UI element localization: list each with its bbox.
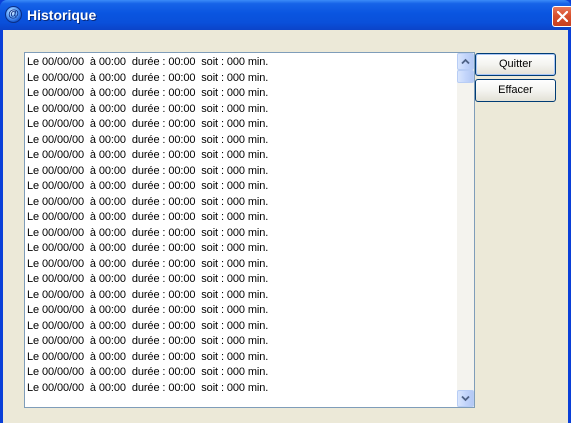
history-list[interactable]: Le 00/00/00 à 00:00 durée : 00:00 soit :… — [24, 52, 475, 408]
close-icon — [557, 11, 568, 22]
quit-button[interactable]: Quitter — [475, 53, 556, 76]
at-sign-icon: @ — [5, 6, 22, 23]
app-icon-glyph: @ — [8, 8, 19, 20]
list-item[interactable]: Le 00/00/00 à 00:00 durée : 00:00 soit :… — [27, 55, 452, 71]
title-bar[interactable]: @ Historique — [0, 0, 571, 30]
list-item[interactable]: Le 00/00/00 à 00:00 durée : 00:00 soit :… — [27, 381, 452, 397]
list-item[interactable]: Le 00/00/00 à 00:00 durée : 00:00 soit :… — [27, 226, 452, 242]
list-item[interactable]: Le 00/00/00 à 00:00 durée : 00:00 soit :… — [27, 148, 452, 164]
close-button[interactable] — [552, 6, 571, 27]
window-title: Historique — [27, 7, 97, 23]
chevron-down-icon — [461, 395, 470, 402]
scroll-down-button[interactable] — [457, 390, 474, 407]
list-item[interactable]: Le 00/00/00 à 00:00 durée : 00:00 soit :… — [27, 272, 452, 288]
scroll-thumb[interactable] — [457, 70, 474, 83]
chevron-up-icon — [461, 58, 470, 65]
scroll-up-button[interactable] — [457, 53, 474, 70]
list-item[interactable]: Le 00/00/00 à 00:00 durée : 00:00 soit :… — [27, 86, 452, 102]
history-window: @ Historique Le 00/00/00 à 00:00 durée :… — [0, 0, 571, 423]
dialog-body: Le 00/00/00 à 00:00 durée : 00:00 soit :… — [3, 30, 568, 423]
list-item[interactable]: Le 00/00/00 à 00:00 durée : 00:00 soit :… — [27, 179, 452, 195]
list-item[interactable]: Le 00/00/00 à 00:00 durée : 00:00 soit :… — [27, 133, 452, 149]
list-item[interactable]: Le 00/00/00 à 00:00 durée : 00:00 soit :… — [27, 334, 452, 350]
list-item[interactable]: Le 00/00/00 à 00:00 durée : 00:00 soit :… — [27, 288, 452, 304]
list-item[interactable]: Le 00/00/00 à 00:00 durée : 00:00 soit :… — [27, 303, 452, 319]
clear-button[interactable]: Effacer — [475, 79, 556, 102]
vertical-scrollbar[interactable] — [457, 53, 474, 407]
list-item[interactable]: Le 00/00/00 à 00:00 durée : 00:00 soit :… — [27, 164, 452, 180]
list-item[interactable]: Le 00/00/00 à 00:00 durée : 00:00 soit :… — [27, 102, 452, 118]
list-item[interactable]: Le 00/00/00 à 00:00 durée : 00:00 soit :… — [27, 350, 452, 366]
list-item[interactable]: Le 00/00/00 à 00:00 durée : 00:00 soit :… — [27, 71, 452, 87]
list-item[interactable]: Le 00/00/00 à 00:00 durée : 00:00 soit :… — [27, 257, 452, 273]
list-item[interactable]: Le 00/00/00 à 00:00 durée : 00:00 soit :… — [27, 241, 452, 257]
list-item[interactable]: Le 00/00/00 à 00:00 durée : 00:00 soit :… — [27, 319, 452, 335]
list-item[interactable]: Le 00/00/00 à 00:00 durée : 00:00 soit :… — [27, 117, 452, 133]
history-list-items: Le 00/00/00 à 00:00 durée : 00:00 soit :… — [27, 55, 452, 396]
list-item[interactable]: Le 00/00/00 à 00:00 durée : 00:00 soit :… — [27, 210, 452, 226]
list-item[interactable]: Le 00/00/00 à 00:00 durée : 00:00 soit :… — [27, 365, 452, 381]
list-item[interactable]: Le 00/00/00 à 00:00 durée : 00:00 soit :… — [27, 195, 452, 211]
